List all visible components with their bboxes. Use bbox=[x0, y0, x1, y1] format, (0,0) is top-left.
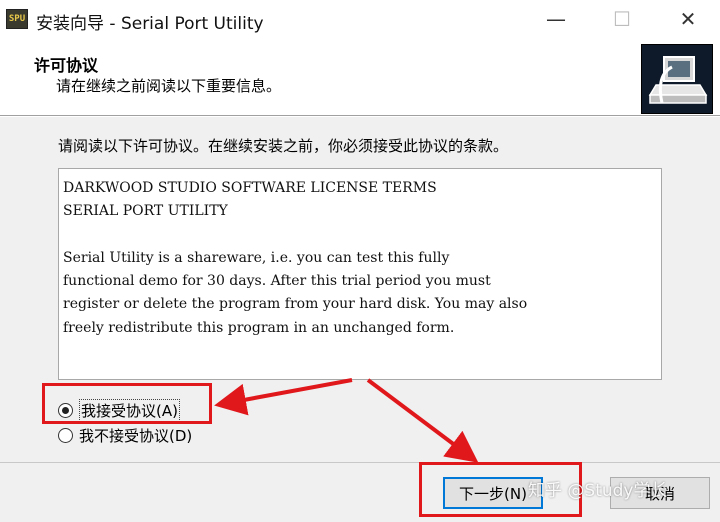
computer-setup-icon bbox=[641, 44, 713, 114]
page-subtitle: 请在继续之前阅读以下重要信息。 bbox=[56, 77, 282, 95]
title-bar: SPU 安装向导 - Serial Port Utility — ☐ ✕ bbox=[0, 0, 720, 40]
license-textarea[interactable]: DARKWOOD STUDIO SOFTWARE LICENSE TERMS S… bbox=[58, 168, 662, 380]
instruction-text: 请阅读以下许可协议。在继续安装之前，你必须接受此协议的条款。 bbox=[58, 137, 509, 155]
license-line: functional demo for 30 days. After this … bbox=[63, 273, 491, 290]
decline-radio-button[interactable] bbox=[58, 428, 73, 443]
decline-radio-option[interactable]: 我不接受协议(D) bbox=[58, 425, 192, 446]
decline-radio-label[interactable]: 我不接受协议(D) bbox=[79, 425, 192, 446]
license-line: freely redistribute this program in an u… bbox=[63, 319, 455, 336]
accept-highlight-box bbox=[42, 383, 212, 424]
wizard-header: 许可协议 请在继续之前阅读以下重要信息。 bbox=[0, 40, 720, 116]
license-line: register or delete the program from your… bbox=[63, 296, 528, 313]
close-button[interactable]: ✕ bbox=[670, 6, 706, 34]
license-line: DARKWOOD STUDIO SOFTWARE LICENSE TERMS bbox=[63, 180, 437, 196]
window-title: 安装向导 - Serial Port Utility bbox=[36, 14, 264, 34]
license-line: SERIAL PORT UTILITY bbox=[63, 203, 228, 220]
maximize-button[interactable]: ☐ bbox=[604, 6, 640, 34]
watermark: 知乎 @Study学长 bbox=[528, 481, 668, 501]
page-title: 许可协议 bbox=[34, 56, 99, 75]
license-line bbox=[63, 224, 657, 247]
minimize-button[interactable]: — bbox=[538, 6, 574, 34]
license-line: Serial Utility is a shareware, i.e. you … bbox=[63, 249, 450, 266]
app-icon: SPU bbox=[6, 9, 28, 29]
